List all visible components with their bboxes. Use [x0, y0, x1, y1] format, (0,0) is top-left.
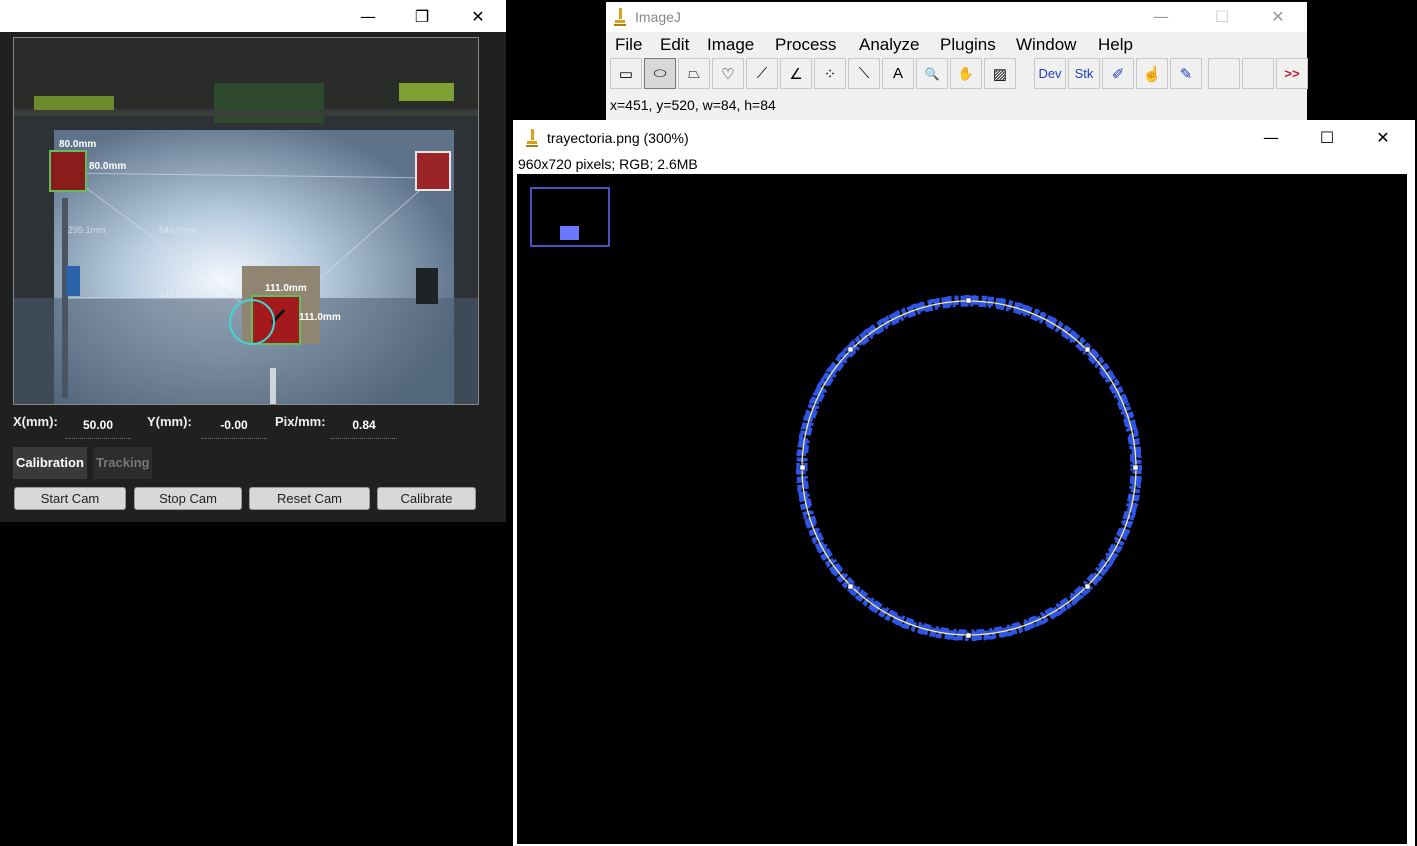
navigator-viewport — [560, 226, 579, 240]
distance-label-c: 449.0mm — [159, 290, 197, 300]
reset-cam-button[interactable]: Reset Cam — [249, 487, 370, 510]
dev-tool[interactable]: Dev — [1034, 58, 1066, 89]
x-mm-label: X(mm): — [13, 414, 58, 429]
brush-icon: ✐ — [1111, 65, 1125, 83]
close-button[interactable]: ✕ — [455, 0, 501, 32]
restore-button[interactable]: ❐ — [399, 0, 445, 32]
image-window-titlebar: trayectoria.png (300%) — ☐ ✕ — [513, 120, 1415, 154]
magnifier-tool-icon: 🔍 — [924, 66, 940, 81]
ij-minimize-button[interactable]: — — [1138, 0, 1184, 32]
line-tool[interactable]: ⟋ — [746, 58, 778, 89]
menu-window[interactable]: Window — [1016, 33, 1076, 57]
camera-view[interactable]: 80.0mm 80.0mm 299.1mm 540.0mm 449.0mm 11… — [13, 37, 479, 405]
selection-handles — [799, 297, 1139, 639]
menu-process[interactable]: Process — [775, 33, 836, 57]
oval-tool-icon: ⬭ — [653, 65, 667, 82]
menu-edit[interactable]: Edit — [660, 33, 689, 57]
wand-tool[interactable]: ⟍ — [848, 58, 880, 89]
y-mm-value: -0.00 — [201, 416, 267, 439]
tracking-app-titlebar: — ❐ ✕ — [0, 0, 506, 32]
pencil-icon: ✎ — [1179, 65, 1193, 83]
imagej-microscope-icon — [614, 8, 626, 26]
carriage-height-label: 111.0mm — [299, 312, 341, 323]
tab-tracking[interactable]: Tracking — [93, 447, 153, 479]
pix-per-mm-label: Pix/mm: — [275, 414, 326, 429]
stack-tool[interactable]: Stk — [1068, 58, 1100, 89]
multipoint-tool[interactable]: ⁘ — [814, 58, 846, 89]
hand-tool[interactable]: ✋ — [950, 58, 982, 89]
menu-plugins[interactable]: Plugins — [940, 33, 996, 57]
imagej-title: ImageJ — [635, 9, 681, 25]
distance-label-b: 540.0mm — [159, 225, 197, 235]
image-info: 960x720 pixels; RGB; 2.6MB — [518, 156, 698, 172]
pix-per-mm-value: 0.84 — [331, 416, 397, 439]
multipoint-tool-icon: ⁘ — [823, 65, 837, 83]
menu-analyze[interactable]: Analyze — [859, 33, 919, 57]
oval-tool[interactable]: ⬭ — [644, 58, 676, 89]
freehand-tool-icon: ♡ — [721, 65, 735, 83]
pencil-tool[interactable]: ✎ — [1170, 58, 1202, 89]
hand-tool-icon: ✋ — [957, 65, 975, 81]
empty-tool-slot-1[interactable] — [1208, 58, 1240, 89]
stop-cam-button[interactable]: Stop Cam — [134, 487, 242, 510]
stack-tool-label: Stk — [1074, 66, 1094, 81]
tracking-app-window: — ❐ ✕ 80.0mm 80.0mm 299.1mm 540.0mm 449.… — [0, 0, 506, 522]
color-picker-tool[interactable]: ▨ — [984, 58, 1016, 89]
flood-fill-icon: ☝ — [1142, 65, 1162, 83]
target-width-label: 80.0mm — [59, 139, 97, 150]
brush-tool[interactable]: ✐ — [1102, 58, 1134, 89]
distance-label-a: 299.1mm — [68, 225, 106, 235]
ij-close-button[interactable]: ✕ — [1255, 0, 1301, 32]
menu-file[interactable]: File — [615, 33, 642, 57]
magnifier-tool[interactable]: 🔍 — [916, 58, 948, 89]
minimize-button[interactable]: — — [345, 0, 391, 32]
tab-calibration[interactable]: Calibration — [13, 447, 87, 479]
dev-tool-label: Dev — [1038, 66, 1062, 81]
carriage-width-label: 111.0mm — [265, 283, 307, 294]
polygon-tool[interactable]: ⏢ — [678, 58, 710, 89]
polygon-tool-icon: ⏢ — [687, 65, 700, 82]
img-minimize-button[interactable]: — — [1248, 121, 1294, 153]
image-window: trayectoria.png (300%) — ☐ ✕ 960x720 pix… — [513, 120, 1415, 846]
text-tool[interactable]: A — [882, 58, 914, 89]
line-tool-icon: ⟋ — [756, 65, 768, 82]
text-tool-icon: A — [892, 65, 903, 82]
rectangle-tool[interactable]: ▭ — [610, 58, 642, 89]
freehand-tool[interactable]: ♡ — [712, 58, 744, 89]
imagej-titlebar: ImageJ — ☐ ✕ — [606, 2, 1307, 32]
img-close-button[interactable]: ✕ — [1360, 121, 1406, 153]
x-mm-value: 50.00 — [65, 416, 131, 439]
angle-tool[interactable]: ∠ — [780, 58, 812, 89]
imagej-status: x=451, y=520, w=84, h=84 — [610, 97, 776, 113]
more-tools-icon: >> — [1284, 66, 1300, 81]
imagej-window: ImageJ — ☐ ✕ File Edit Image Process Ana… — [606, 2, 1308, 120]
ij-maximize-button[interactable]: ☐ — [1199, 0, 1245, 32]
img-maximize-button[interactable]: ☐ — [1304, 121, 1350, 153]
start-cam-button[interactable]: Start Cam — [14, 487, 126, 510]
more-tools-button[interactable]: >> — [1276, 58, 1308, 89]
target-height-label: 80.0mm — [89, 161, 127, 172]
color-picker-tool-icon: ▨ — [992, 65, 1008, 83]
image-canvas[interactable] — [517, 174, 1407, 844]
angle-tool-icon: ∠ — [789, 65, 803, 83]
imagej-microscope-icon — [526, 129, 538, 147]
empty-tool-slot-2[interactable] — [1242, 58, 1274, 89]
image-window-title: trayectoria.png (300%) — [547, 130, 689, 146]
y-mm-label: Y(mm): — [147, 414, 192, 429]
wand-tool-icon: ⟍ — [858, 65, 870, 82]
menu-help[interactable]: Help — [1098, 33, 1133, 57]
menu-image[interactable]: Image — [707, 33, 754, 57]
calibrate-button[interactable]: Calibrate — [377, 487, 476, 510]
flood-fill-tool[interactable]: ☝ — [1136, 58, 1168, 89]
rectangle-tool-icon: ▭ — [618, 65, 634, 83]
